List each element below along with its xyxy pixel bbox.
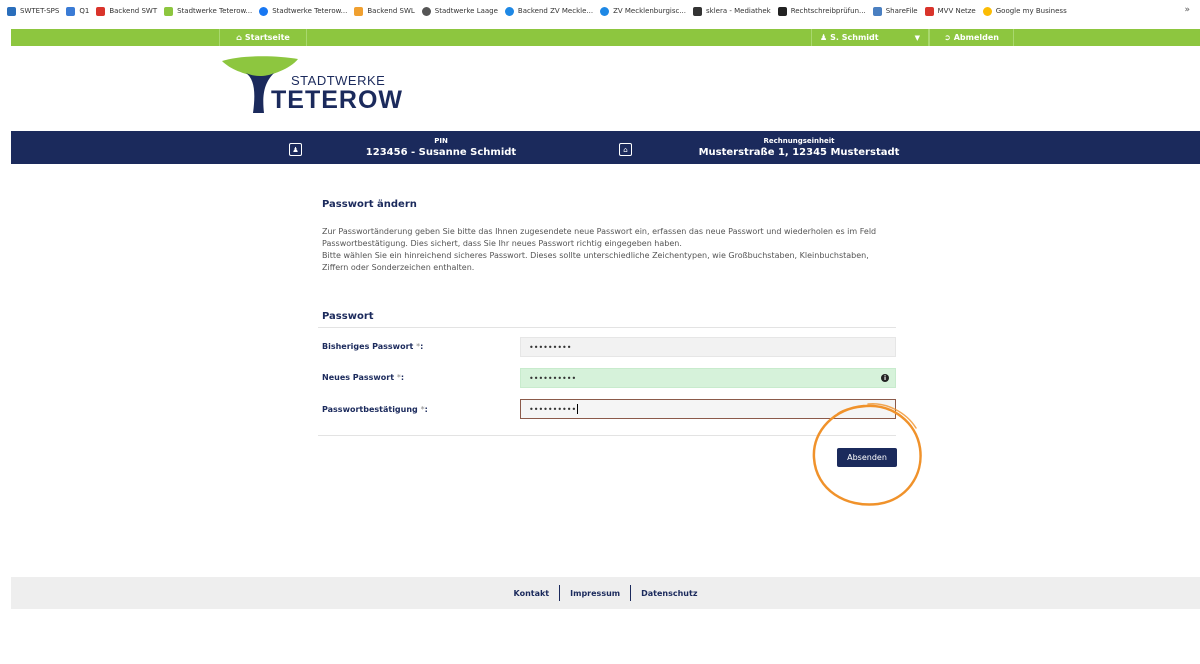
confirm-password-label-text: Passwortbestätigung [322,405,418,414]
footer-link-contact[interactable]: Kontakt [514,589,550,598]
bookmark-sharefile[interactable]: ShareFile [872,6,918,16]
bookmark-swtet-sps[interactable]: SWTET-SPS [7,6,60,16]
bookmark-icon [600,6,610,16]
new-password-label-text: Neues Passwort [322,373,395,382]
new-password-input[interactable]: •••••••••• i [520,368,896,388]
house-icon: ⌂ [619,143,632,156]
bookmark-stadtwerke-teterow-1[interactable]: Stadtwerke Teterow... [164,6,253,16]
divider [318,435,896,436]
bookmark-mvv-netze[interactable]: MVV Netze [924,6,976,16]
customer-info-bar: ♟ PIN 123456 - Susanne Schmidt ⌂ Rechnun… [11,131,1200,164]
bookmark-label: Stadtwerke Teterow... [272,7,348,15]
bookmark-backend-zv[interactable]: Backend ZV Meckle... [504,6,594,16]
bookmark-label: Backend SWT [109,7,158,15]
form-section-title: Passwort [322,311,374,322]
old-password-value: ••••••••• [529,342,572,352]
bookmark-backend-swt[interactable]: Backend SWT [96,6,158,16]
bookmarks-overflow-icon[interactable]: » [1184,5,1190,15]
footer-separator [630,585,632,601]
footer: Kontakt Impressum Datenschutz [11,577,1200,609]
new-password-label: Neues Passwort *: [322,373,404,382]
bookmark-label: Q1 [79,7,90,15]
bookmark-icon [504,6,514,16]
caret-down-icon: ▼ [914,33,920,42]
bookmark-icon [66,6,76,16]
home-icon: ⌂ [236,33,242,42]
home-link[interactable]: ⌂ Startseite [219,29,307,46]
bookmark-sklera[interactable]: sklera - Mediathek [693,6,771,16]
company-logo[interactable]: STADTWERKE TETEROW [220,55,403,115]
bookmark-label: MVV Netze [937,7,976,15]
logout-link[interactable]: ➲ Abmelden [929,29,1014,46]
logout-icon: ➲ [944,33,951,42]
bookmark-icon [872,6,882,16]
old-password-label: Bisheriges Passwort *: [322,342,423,351]
divider [318,327,896,328]
footer-link-imprint[interactable]: Impressum [570,589,620,598]
bookmark-stadtwerke-laage[interactable]: Stadtwerke Laage [421,6,498,16]
intro-paragraph-2: Bitte wählen Sie ein hinreichend sichere… [322,251,869,272]
bookmark-icon [7,6,16,16]
billing-unit-value: Musterstraße 1, 12345 Musterstadt [698,147,900,158]
pin-label: PIN [434,137,448,145]
footer-link-privacy[interactable]: Datenschutz [641,589,697,598]
bookmark-zv-mecklenburg[interactable]: ZV Mecklenburgisc... [600,6,687,16]
person-icon: ♟ [289,143,302,156]
bookmark-backend-swl[interactable]: Backend SWL [354,6,415,16]
billing-unit-label: Rechnungseinheit [763,137,835,145]
bookmark-label: Stadtwerke Teterow... [177,7,253,15]
info-icon[interactable]: i [881,374,889,382]
bookmark-q1[interactable]: Q1 [66,6,90,16]
bookmark-label: ShareFile [885,7,918,15]
label-suffix: : [424,405,428,414]
pin-block: PIN 123456 - Susanne Schmidt [341,136,541,160]
intro-text: Zur Passwortänderung geben Sie bitte das… [322,226,882,274]
bookmark-icon [693,6,703,16]
old-password-label-text: Bisheriges Passwort [322,342,414,351]
bookmark-google-my-business[interactable]: Google my Business [982,6,1067,16]
confirm-password-input[interactable]: •••••••••• [520,399,896,419]
top-navigation-bar: ⌂ Startseite ♟ S. Schmidt ▼ ➲ Abmelden [11,29,1200,46]
bookmark-icon [924,6,934,16]
label-suffix: : [420,342,424,351]
user-icon: ♟ [820,33,828,42]
bookmark-label: Backend SWL [367,7,415,15]
logo-text-teterow: TETEROW [271,86,403,114]
text-cursor [577,404,579,414]
old-password-input[interactable]: ••••••••• [520,337,896,357]
bookmark-icon [96,6,106,16]
confirm-password-label: Passwortbestätigung *: [322,405,428,414]
google-icon [982,6,992,16]
confirm-password-value: •••••••••• [529,404,577,414]
bookmark-label: sklera - Mediathek [706,7,771,15]
user-name: S. Schmidt [830,33,879,42]
bookmarks-bar: SWTET-SPS Q1 Backend SWT Stadtwerke Tete… [0,0,1200,22]
bookmark-label: Backend ZV Meckle... [517,7,594,15]
intro-paragraph-1: Zur Passwortänderung geben Sie bitte das… [322,227,877,248]
pin-value: 123456 - Susanne Schmidt [365,147,517,158]
new-password-value: •••••••••• [529,373,577,383]
bookmark-label: Rechtschreibprüfun... [790,7,866,15]
bookmark-label: SWTET-SPS [20,7,60,15]
bookmark-icon [421,6,431,16]
bookmark-rechtschreibpruefung[interactable]: Rechtschreibprüfun... [777,6,866,16]
bookmark-label: Stadtwerke Laage [434,7,498,15]
bookmark-label: ZV Mecklenburgisc... [613,7,687,15]
facebook-icon [259,6,269,16]
submit-button[interactable]: Absenden [837,448,897,467]
bookmark-label: Google my Business [995,7,1067,15]
home-label: Startseite [244,33,290,42]
page-title: Passwort ändern [322,199,417,210]
footer-separator [559,585,561,601]
bookmark-icon [354,6,364,16]
billing-unit-block: Rechnungseinheit Musterstraße 1, 12345 M… [669,136,929,160]
label-suffix: : [400,373,405,382]
bookmark-stadtwerke-teterow-2[interactable]: Stadtwerke Teterow... [259,6,348,16]
user-menu[interactable]: ♟ S. Schmidt ▼ [811,29,929,46]
bookmark-icon [777,6,787,16]
logout-label: Abmelden [953,33,999,42]
bookmark-icon [164,6,174,16]
